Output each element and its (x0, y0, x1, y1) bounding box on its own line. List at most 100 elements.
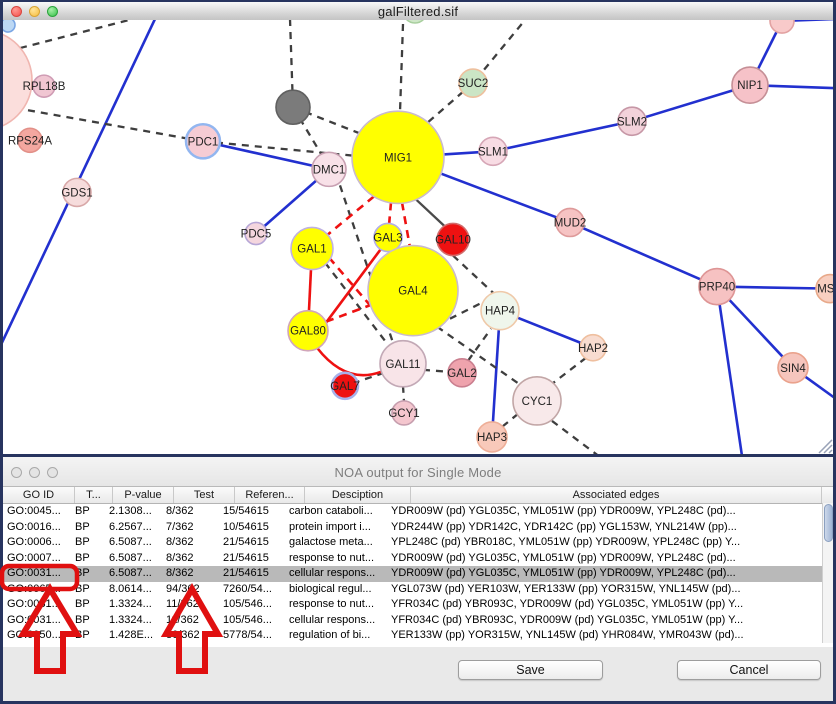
network-canvas[interactable]: RPL18BRPS24AGDS1PDC1MIG1SUC2SLM1SLM2NIP1… (3, 20, 833, 454)
graph-node-label: GAL2 (447, 368, 476, 380)
table-cell: cellular respons... (285, 613, 387, 629)
graph-node-label: NIP1 (737, 80, 763, 92)
graph-edge[interactable] (317, 348, 381, 375)
graph-edge[interactable] (402, 202, 410, 247)
graph-edge[interactable] (403, 386, 404, 402)
table-cell: galactose meta... (285, 535, 387, 551)
table-cell: 11/362 (162, 613, 219, 629)
table-cell: 5778/54... (219, 628, 285, 644)
column-header-3[interactable]: Test (174, 487, 235, 503)
graph-node-label: HAP2 (578, 343, 608, 355)
graph-node-label: SLM1 (478, 146, 508, 158)
graph-edge[interactable] (453, 256, 494, 294)
graph-node-label: GAL10 (435, 235, 471, 247)
table-cell: protein import i... (285, 520, 387, 536)
graph-edge[interactable] (400, 24, 403, 112)
table-row[interactable]: GO:0006...BP6.5087...8/36221/54615galact… (3, 535, 833, 551)
vertical-scrollbar[interactable] (822, 503, 833, 643)
table-cell: YDR244W (pp) YDR142C, YDR142C (pp) YGL15… (387, 520, 794, 536)
graph-edge[interactable] (468, 329, 491, 361)
graph-node-label: SIN4 (780, 363, 806, 375)
graph-node-label: SUC2 (458, 78, 489, 90)
graph-edge[interactable] (570, 222, 717, 286)
column-header-4[interactable]: Referen... (235, 487, 305, 503)
table-cell: 21/54615 (219, 535, 285, 551)
table-cell: 2.1308... (105, 504, 162, 520)
table-cell: 1.3324... (105, 597, 162, 613)
column-header-6[interactable]: Associated edges (411, 487, 822, 503)
column-header-0[interactable]: GO ID (3, 487, 75, 503)
column-header-1[interactable]: T... (75, 487, 113, 503)
graph-node-label: HAP3 (477, 432, 507, 444)
table-cell: 21/54615 (219, 566, 285, 582)
table-cell: GO:0016... (3, 520, 71, 536)
graph-edge[interactable] (28, 110, 203, 141)
graph-edge[interactable] (389, 202, 391, 225)
table-cell: 7260/54... (219, 582, 285, 598)
network-window: galFiltered.sif RPL18BRPS24AGDS1PDC1MIG1… (3, 2, 833, 454)
table-cell: 94/362 (162, 582, 219, 598)
graph-edge[interactable] (552, 421, 600, 454)
table-row[interactable]: GO:0050...BP1.428E...80/3625778/54...reg… (3, 628, 833, 644)
table-cell: GO:0065... (3, 582, 71, 598)
table-cell: BP (71, 551, 105, 567)
scrollbar-thumb[interactable] (824, 504, 833, 542)
graph-node-cut-top-right[interactable] (770, 20, 794, 33)
graph-node-label: MUD2 (554, 217, 587, 229)
table-cell: GO:0031... (3, 566, 71, 582)
table-cell: YFR034C (pd) YBR093C, YDR009W (pd) YGL03… (387, 613, 794, 629)
graph-edge[interactable] (493, 121, 632, 151)
network-window-titlebar[interactable]: galFiltered.sif (3, 2, 833, 21)
graph-node-corner[interactable] (3, 20, 15, 32)
cancel-button[interactable]: Cancel (677, 660, 821, 680)
graph-node-green-top[interactable] (403, 20, 427, 23)
table-header-row: GO IDT...P-valueTestReferen...Desciption… (3, 487, 833, 504)
table-cell: BP (71, 504, 105, 520)
graph-edge[interactable] (323, 196, 374, 238)
noa-output-window: NOA output for Single Mode GO IDT...P-va… (3, 457, 833, 701)
table-row[interactable]: GO:0007...BP6.5087...8/36221/54615respon… (3, 551, 833, 567)
save-button[interactable]: Save (458, 660, 603, 680)
table-cell: response to nut... (285, 597, 387, 613)
resize-grip-icon[interactable] (819, 440, 832, 453)
table-cell: 6.5087... (105, 551, 162, 567)
table-cell: 8/362 (162, 535, 219, 551)
table-cell: YDR009W (pd) YGL035C, YML051W (pp) YDR00… (387, 566, 794, 582)
graph-node-label: GAL80 (290, 326, 326, 338)
graph-edge[interactable] (717, 287, 742, 454)
graph-node-label: GAL11 (386, 359, 421, 371)
table-cell: carbon cataboli... (285, 504, 387, 520)
network-window-title: galFiltered.sif (3, 4, 833, 19)
table-cell: GO:0006... (3, 535, 71, 551)
graph-edge[interactable] (552, 358, 586, 384)
table-row[interactable]: GO:0031...BP1.3324...11/362105/546...res… (3, 597, 833, 613)
table-cell: 6.2567... (105, 520, 162, 536)
graph-node-label: GDS1 (61, 187, 92, 199)
graph-node-label: MIG1 (384, 152, 412, 164)
graph-node-label: GAL3 (373, 233, 402, 245)
graph-node-label: GCY1 (388, 408, 419, 420)
table-cell: BP (71, 582, 105, 598)
graph-edge[interactable] (423, 370, 449, 372)
noa-window-titlebar[interactable]: NOA output for Single Mode (3, 457, 833, 487)
table-row[interactable]: GO:0045...BP2.1308...8/36215/54615carbon… (3, 504, 833, 520)
table-row[interactable]: GO:0016...BP6.2567...7/36210/54615protei… (3, 520, 833, 536)
table-row[interactable]: GO:0031...BP6.5087...8/36221/54615cellul… (3, 566, 833, 582)
graph-node-label: PDC5 (241, 229, 272, 241)
column-header-5[interactable]: Desciption (305, 487, 411, 503)
graph-edge[interactable] (416, 199, 446, 227)
graph-edge[interactable] (203, 141, 329, 169)
graph-node-label: PDC1 (188, 136, 219, 148)
graph-node-label: MSN (817, 284, 833, 296)
table-cell: GO:0045... (3, 504, 71, 520)
table-cell: BP (71, 628, 105, 644)
table-cell: YDR009W (pd) YGL035C, YML051W (pp) YDR00… (387, 551, 794, 567)
table-cell: 8.0614... (105, 582, 162, 598)
graph-node-gray-node[interactable] (276, 90, 310, 124)
graph-edge[interactable] (20, 20, 133, 48)
column-header-2[interactable]: P-value (113, 487, 174, 503)
table-row[interactable]: GO:0031...BP1.3324...11/362105/546...cel… (3, 613, 833, 629)
table-row[interactable]: GO:0065...BP8.0614...94/3627260/54...bio… (3, 582, 833, 598)
graph-node-big-left[interactable] (3, 30, 32, 130)
table-cell: YPL248C (pd) YBR018C, YML051W (pp) YDR00… (387, 535, 794, 551)
